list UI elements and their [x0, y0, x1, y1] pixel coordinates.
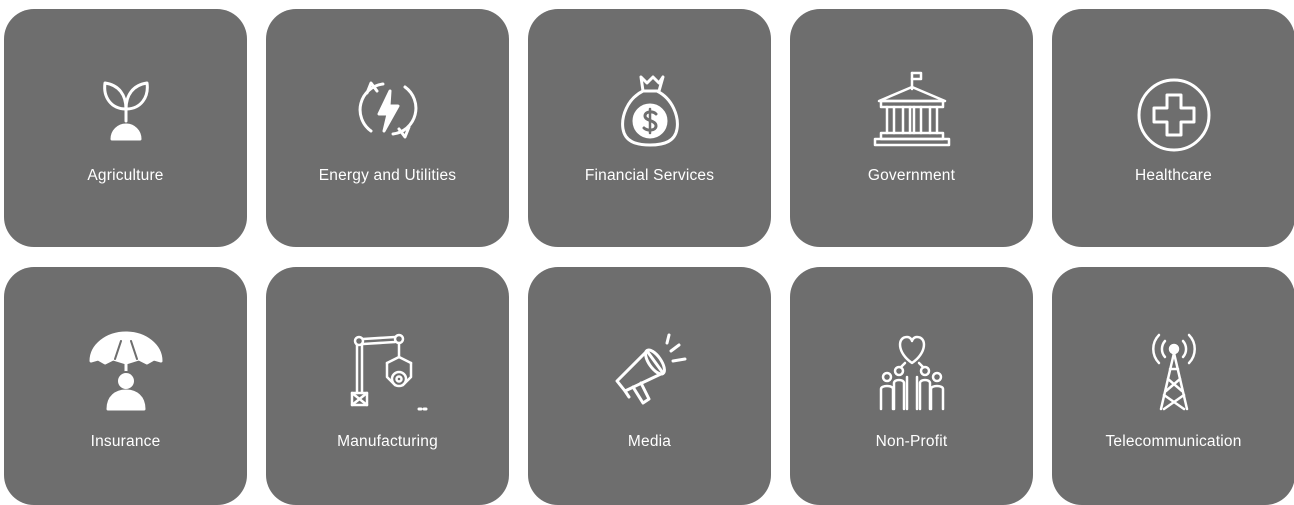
industry-tile-agriculture[interactable]: Agriculture [4, 9, 247, 247]
industry-label: Insurance [90, 433, 161, 450]
industry-tile-financial-services[interactable]: Financial Services [528, 9, 771, 247]
money-bag-icon [605, 69, 695, 159]
energy-lightning-icon [343, 69, 433, 159]
plant-sprout-icon [81, 69, 171, 159]
industry-label: Healthcare [1135, 167, 1212, 184]
industry-label: Government [867, 167, 956, 184]
robotic-arm-icon [343, 329, 433, 419]
industry-label: Energy and Utilities [318, 167, 457, 184]
industry-tile-energy-and-utilities[interactable]: Energy and Utilities [266, 9, 509, 247]
industry-tile-government[interactable]: Government [790, 9, 1033, 247]
industry-tile-non-profit[interactable]: Non-Profit [790, 267, 1033, 505]
industry-label: Non-Profit [875, 433, 948, 450]
industry-tile-media[interactable]: Media [528, 267, 771, 505]
medical-cross-icon [1129, 69, 1219, 159]
heart-hands-icon [867, 329, 957, 419]
industry-tile-manufacturing[interactable]: Manufacturing [266, 267, 509, 505]
megaphone-icon [605, 329, 695, 419]
industry-label: Manufacturing [337, 433, 438, 450]
industry-label: Agriculture [87, 167, 164, 184]
government-building-icon [867, 69, 957, 159]
signal-tower-icon [1129, 329, 1219, 419]
industry-label: Telecommunication [1105, 433, 1242, 450]
umbrella-person-icon [81, 329, 171, 419]
industry-tile-insurance[interactable]: Insurance [4, 267, 247, 505]
industry-label: Financial Services [584, 167, 715, 184]
industry-tile-healthcare[interactable]: Healthcare [1052, 9, 1294, 247]
industry-tile-telecommunication[interactable]: Telecommunication [1052, 267, 1294, 505]
industry-grid: Agriculture Energy and Utilities Financi [4, 9, 1294, 505]
industry-label: Media [627, 433, 672, 450]
